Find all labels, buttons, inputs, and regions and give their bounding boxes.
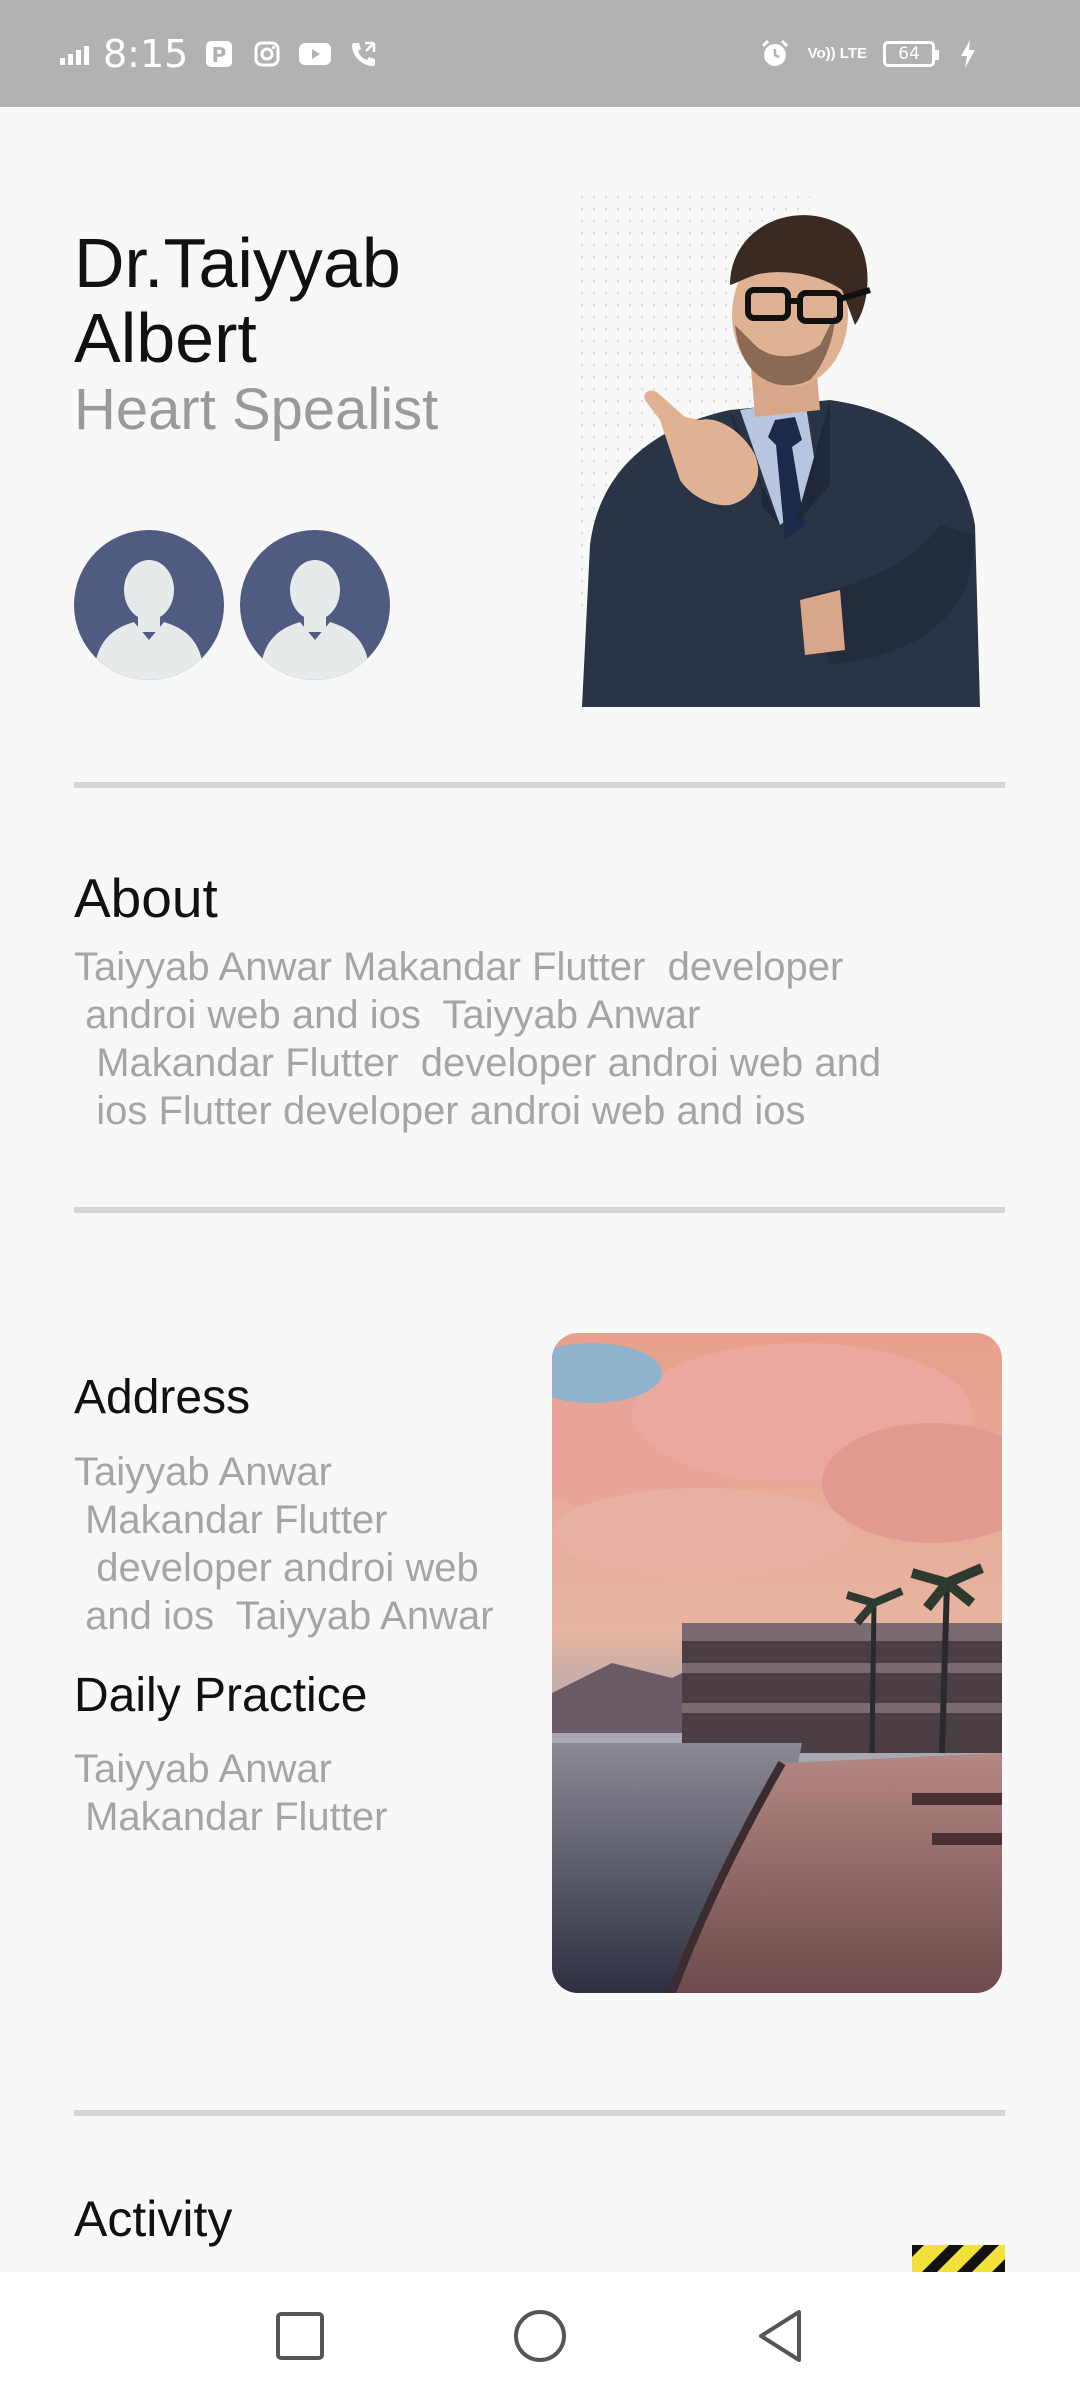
avatar[interactable] <box>240 530 390 680</box>
avatar[interactable] <box>74 530 224 680</box>
square-icon <box>276 2312 324 2360</box>
charging-icon <box>951 37 985 71</box>
daily-practice-text: Taiyyab Anwar Makandar Flutter <box>74 1747 388 1839</box>
divider <box>74 2110 1005 2116</box>
network-type: Vo)) LTE <box>807 44 867 62</box>
doctor-name: Dr.Taiyyab Albert <box>74 226 594 376</box>
divider <box>74 782 1005 788</box>
address-title: Address <box>74 1371 251 1424</box>
user-silhouette-icon <box>94 560 204 680</box>
back-button[interactable] <box>750 2306 810 2366</box>
doctor-specialty: Heart Spealist <box>74 377 439 442</box>
parking-icon: P <box>202 37 236 71</box>
youtube-icon <box>298 37 332 71</box>
user-silhouette-icon <box>260 560 370 680</box>
status-bar-left: 8:15 P <box>60 0 380 107</box>
phone-call-icon <box>346 37 380 71</box>
status-bar: 8:15 P Vo)) LTE 64 <box>0 0 1080 107</box>
circle-icon <box>514 2310 566 2362</box>
battery-indicator: 64 <box>883 40 939 67</box>
doctor-name-last: Albert <box>74 299 257 377</box>
navigation-bar <box>0 2272 1080 2400</box>
doctor-photo <box>580 195 985 707</box>
alarm-icon <box>758 37 792 71</box>
triangle-back-icon <box>759 2310 801 2362</box>
home-button[interactable] <box>510 2306 570 2366</box>
status-time: 8:15 <box>103 31 189 76</box>
signal-icon <box>60 43 89 65</box>
status-bar-right: Vo)) LTE 64 <box>758 0 985 107</box>
address-text: Taiyyab Anwar Makandar Flutter developer… <box>74 1450 494 1638</box>
daily-practice-title: Daily Practice <box>74 1669 368 1722</box>
about-text: Taiyyab Anwar Makandar Flutter developer… <box>74 945 882 1133</box>
activity-title: Activity <box>74 2191 233 2247</box>
resort-photo <box>552 1333 1002 1993</box>
avatar-group <box>74 530 390 680</box>
about-title: About <box>74 867 218 929</box>
divider <box>74 1207 1005 1213</box>
hazard-stripe-icon <box>912 2245 1005 2272</box>
instagram-icon <box>250 37 284 71</box>
svg-text:P: P <box>212 43 227 67</box>
recents-button[interactable] <box>270 2306 330 2366</box>
doctor-name-first: Dr.Taiyyab <box>74 224 401 302</box>
